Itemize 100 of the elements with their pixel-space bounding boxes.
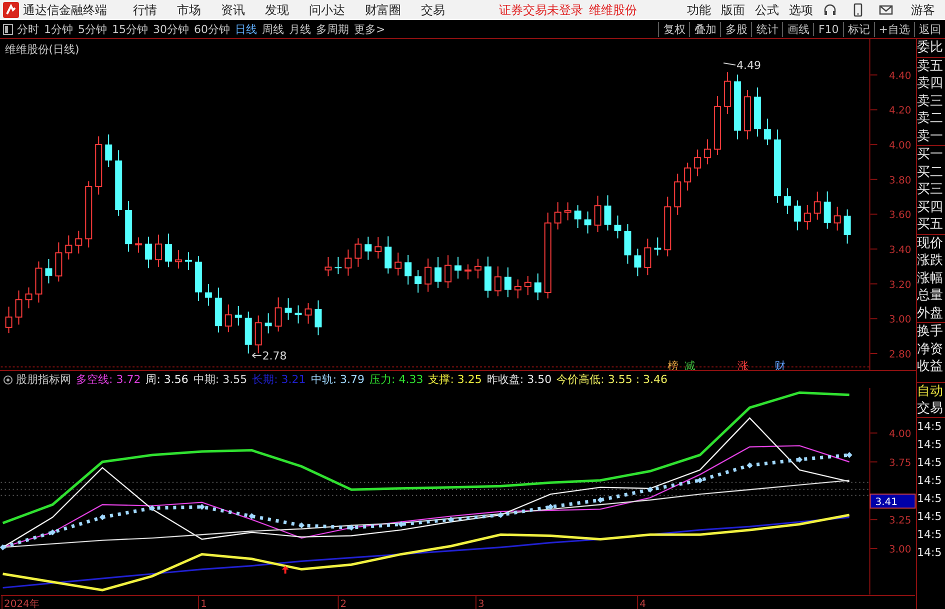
chart-title: 维维股份(日线) — [4, 42, 80, 56]
menu-item[interactable]: 发现 — [265, 2, 289, 18]
candlestick — [424, 258, 432, 292]
menu-item[interactable]: 行情 — [133, 2, 157, 18]
candlestick — [584, 211, 592, 234]
indicator-tick: 3.75 — [889, 458, 912, 470]
candlestick — [564, 202, 572, 221]
candlestick — [444, 254, 452, 289]
chart-tool-button[interactable]: 标记 — [842, 22, 874, 36]
candlestick — [484, 256, 492, 298]
app-title: 通达信金融终端 — [23, 2, 107, 18]
phone-icon[interactable] — [851, 3, 865, 17]
candlestick — [284, 298, 292, 320]
candlestick — [404, 254, 412, 286]
low-price-label: 2.78 — [262, 349, 287, 362]
candlestick — [85, 180, 92, 248]
candlestick — [674, 173, 682, 216]
mail-icon[interactable] — [879, 3, 893, 17]
candlestick — [534, 272, 542, 301]
period-tab[interactable]: 15分钟 — [112, 22, 148, 36]
period-tab[interactable]: 更多> — [354, 22, 386, 36]
candlestick — [65, 234, 72, 260]
indicator-value: 长期: 3.21 — [252, 372, 306, 388]
toolbar-item[interactable]: 功能 — [687, 2, 711, 18]
candlestick — [324, 256, 332, 277]
period-tab[interactable]: 分时 — [17, 22, 39, 36]
candlestick — [135, 236, 142, 254]
candlestick — [95, 136, 102, 196]
chart-tool-button[interactable]: 叠加 — [689, 22, 720, 36]
period-tab[interactable]: 60分钟 — [194, 22, 230, 36]
trade-time: 14:5 — [917, 454, 943, 470]
candlestick — [55, 242, 62, 282]
login-notice: 证券交易未登录 — [499, 2, 583, 18]
candlestick — [594, 195, 602, 233]
candlestick — [25, 286, 32, 309]
quote-label: 买一 — [917, 146, 944, 164]
chart-tool-button[interactable]: 画线 — [782, 22, 814, 36]
chart-tool-button[interactable]: 多股 — [720, 22, 752, 36]
trade-time: 14:5 — [917, 436, 943, 452]
indicator-value: 多空线: 3.72 — [76, 372, 141, 388]
candlestick — [35, 260, 42, 304]
candlestick — [224, 304, 232, 333]
price-tick: 3.20 — [889, 280, 912, 291]
quote-label: 买五 — [917, 216, 945, 234]
indicator-name: 股朋指标网 — [16, 372, 71, 388]
candlestick — [704, 138, 712, 165]
candlestick — [844, 208, 851, 244]
candlestick — [554, 202, 562, 230]
period-tab[interactable]: 多周期 — [316, 22, 349, 36]
menu-item[interactable]: 问小达 — [309, 2, 345, 18]
toolbar-item[interactable]: 版面 — [721, 2, 745, 18]
candlestick — [115, 150, 122, 216]
candlestick — [764, 118, 771, 146]
candlestick — [744, 89, 751, 140]
menu-item[interactable]: 交易 — [421, 2, 445, 18]
trade-time: 14:5 — [917, 418, 943, 434]
candlestick — [374, 236, 382, 260]
candlestick — [624, 224, 632, 264]
indicator-settings-icon[interactable] — [3, 374, 13, 385]
current-value: 3.41 — [875, 498, 898, 509]
toolbar-item[interactable]: 公式 — [755, 2, 779, 18]
toolbar-item[interactable]: 选项 — [789, 2, 813, 18]
logo-icon — [3, 2, 19, 18]
quote-label: 总量 — [917, 287, 944, 304]
quote-label: 净资 — [917, 340, 944, 358]
price-tick: 3.80 — [889, 175, 912, 186]
candlestick — [454, 256, 462, 280]
quote-label: 买四 — [917, 198, 944, 216]
candlestick — [644, 238, 652, 276]
period-tab[interactable]: 5分钟 — [78, 22, 107, 36]
time-label: 1 — [200, 599, 207, 609]
period-tab[interactable]: 30分钟 — [153, 22, 189, 36]
period-tab[interactable]: 周线 — [262, 22, 284, 36]
candlestick — [574, 204, 582, 229]
chart-tool-button[interactable]: 统计 — [751, 22, 782, 36]
user-label[interactable]: 游客 — [911, 2, 935, 18]
period-tab[interactable]: 日线 — [235, 22, 257, 36]
period-tab[interactable]: 月线 — [289, 22, 311, 36]
menu-item[interactable]: 财富圈 — [365, 2, 401, 18]
menu-item[interactable]: 资讯 — [221, 2, 245, 18]
indicator-value: 今价高低: 3.55 : 3.46 — [556, 372, 668, 388]
time-label: 3 — [478, 599, 484, 609]
auto-mode-label[interactable]: 自动 — [917, 382, 945, 400]
chart-tool-button[interactable]: F10 — [813, 22, 843, 36]
quote-label: 收益 — [917, 358, 944, 376]
stock-link[interactable]: 维维股份 — [589, 2, 637, 18]
price-tick: 4.40 — [889, 70, 912, 82]
candlestick — [414, 270, 422, 294]
candlestick — [514, 278, 522, 299]
headset-icon[interactable] — [823, 3, 837, 17]
chart-tool-button[interactable]: 复权 — [658, 22, 690, 36]
candlestick — [804, 204, 811, 230]
menu-item[interactable]: 市场 — [177, 2, 201, 18]
price-tick: 3.00 — [889, 314, 912, 326]
chart-tool-button[interactable]: 返回 — [914, 22, 945, 36]
panel-toggle-icon[interactable] — [3, 24, 13, 34]
indicator-tick: 3.25 — [889, 516, 912, 527]
candlestick — [464, 264, 472, 280]
period-tab[interactable]: 1分钟 — [44, 22, 73, 36]
chart-tool-button[interactable]: +自选 — [874, 22, 914, 36]
